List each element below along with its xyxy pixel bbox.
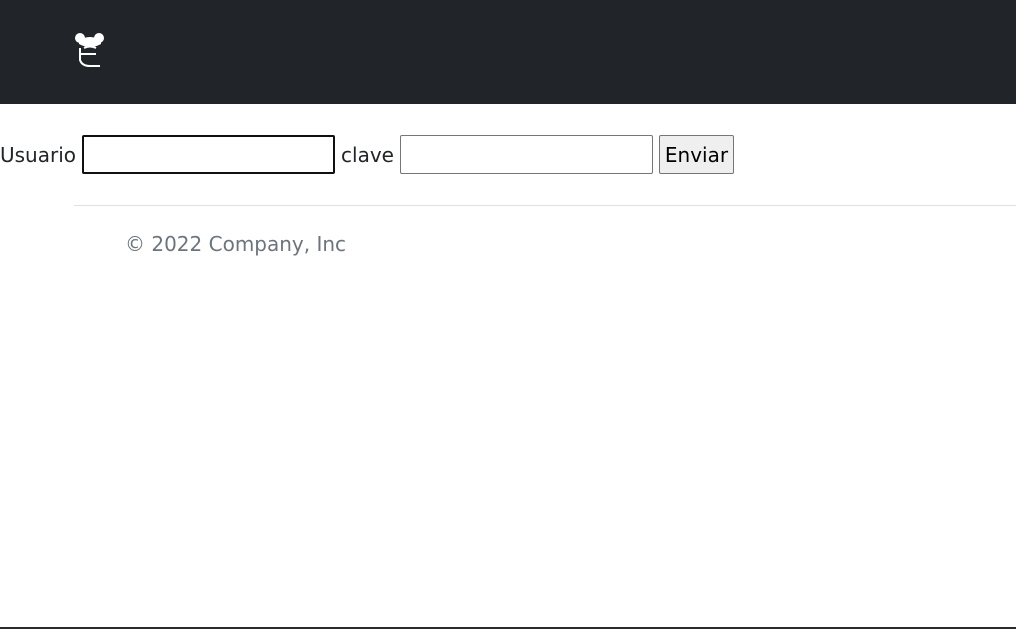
login-form: Usuario clave Enviar	[0, 135, 734, 174]
password-label: clave	[341, 142, 394, 167]
mascot-logo-icon	[75, 33, 104, 67]
home-logo-link[interactable]	[74, 30, 106, 70]
password-input[interactable]	[399, 135, 653, 174]
username-label: Usuario	[0, 142, 77, 167]
footer-divider	[74, 205, 1016, 206]
submit-button[interactable]: Enviar	[658, 135, 734, 174]
top-navbar	[0, 0, 1016, 104]
username-input[interactable]	[82, 135, 336, 174]
copyright-text: © 2022 Company, Inc	[125, 232, 347, 256]
